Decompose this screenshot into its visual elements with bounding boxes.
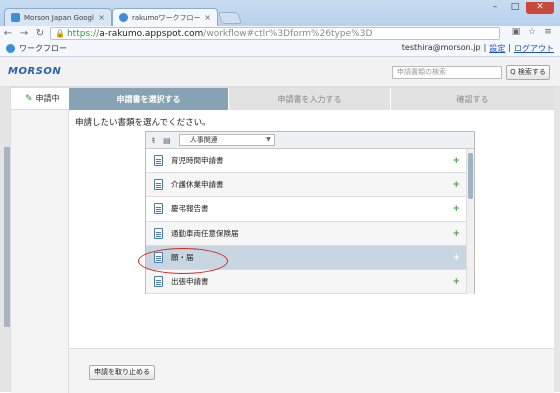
app-top-bar: ワークフロー testhira@morson.jp | 設定 | ログアウト	[0, 41, 560, 57]
close-tab-icon[interactable]: ×	[204, 13, 211, 22]
menu-icon[interactable]: ≡	[542, 27, 554, 39]
close-tab-icon[interactable]: ×	[98, 13, 105, 22]
new-tab-button[interactable]	[217, 12, 243, 24]
close-window-icon[interactable]: ✕	[526, 2, 554, 14]
google-apps-favicon-icon	[11, 13, 20, 22]
forward-icon[interactable]: →	[16, 28, 32, 39]
document-icon	[154, 179, 163, 191]
add-icon[interactable]: +	[452, 156, 460, 166]
sort-icon[interactable]: ŧ	[152, 136, 155, 145]
search-input[interactable]: 申請書類の検索	[392, 66, 502, 79]
reload-icon[interactable]: ↻	[32, 28, 48, 39]
url-host: a-rakumo.appspot.com	[99, 28, 204, 39]
rakumo-logo-icon	[6, 44, 15, 53]
minimize-icon[interactable]: –	[486, 2, 504, 14]
app-content: MORSON 申請書類の検索 Q 検索する ✎ 申請中 申請書を選択する 申請書…	[0, 57, 560, 393]
chevron-down-icon: ▼	[266, 136, 271, 143]
list-toolbar: ŧ ▤ 人事関連 ▼	[146, 132, 474, 149]
rakumo-favicon-icon	[119, 13, 128, 22]
scrollbar-thumb[interactable]	[468, 153, 473, 199]
tab-strip: Morson Japan Google Ap × rakumoワークフロー × …	[0, 0, 560, 26]
list-scrollbar[interactable]	[466, 149, 474, 294]
left-gutter	[0, 87, 10, 392]
maximize-icon[interactable]: □	[506, 2, 524, 14]
step-input-form: 申請書を入力する	[229, 88, 391, 110]
window-controls: – □ ✕	[486, 2, 554, 14]
app-title: ワークフロー	[19, 44, 67, 53]
separator: |	[483, 43, 487, 52]
form-label: 出張申請書	[171, 277, 209, 287]
toolbar-icons: ▣ ☆ ≡	[510, 27, 554, 39]
step-indicator: 申請書を選択する 申請書を入力する 確認する	[69, 88, 555, 110]
user-email: testhira@morson.jp	[401, 43, 481, 52]
right-gutter	[554, 87, 560, 392]
tab-rakumo-workflow[interactable]: rakumoワークフロー ×	[112, 8, 218, 26]
search-button[interactable]: Q 検索する	[506, 65, 550, 80]
footer-bar: 申請を取り止める	[69, 348, 555, 393]
morson-logo: MORSON	[8, 66, 62, 77]
add-icon[interactable]: +	[452, 229, 460, 239]
add-icon[interactable]: +	[452, 253, 460, 263]
url-path: /workflow#ctlr%3Dform%26type%3D	[203, 28, 373, 39]
user-links: testhira@morson.jp | 設定 | ログアウト	[402, 43, 554, 54]
left-nav: ✎ 申請中	[11, 88, 69, 393]
document-icon	[154, 227, 163, 239]
edit-pen-icon: ✎	[25, 93, 33, 104]
list-item[interactable]: 通勤車両任意保険届 +	[146, 221, 468, 246]
list-view-icon[interactable]: ▤	[163, 136, 171, 145]
lock-icon: 🔒	[55, 29, 65, 38]
bookmark-star-icon[interactable]: ☆	[526, 27, 538, 39]
url-scheme: https://	[66, 28, 100, 39]
selection-prompt: 申請したい書類を選んでください。	[75, 118, 211, 128]
highlight-circle	[138, 248, 228, 274]
cancel-application-button[interactable]: 申請を取り止める	[89, 365, 155, 380]
list-item[interactable]: 慶弔報告書 +	[146, 197, 468, 222]
document-icon	[154, 203, 163, 215]
back-icon[interactable]: ←	[0, 28, 16, 39]
form-label: 通勤車両任意保険届	[171, 228, 239, 238]
tab-title: Morson Japan Google Ap	[24, 13, 94, 22]
tab-title: rakumoワークフロー	[132, 13, 201, 22]
tab-morson-google-apps[interactable]: Morson Japan Google Ap ×	[4, 8, 112, 26]
category-value: 人事関連	[189, 136, 218, 144]
logout-link[interactable]: ログアウト	[514, 43, 554, 54]
form-label: 介護休業申請書	[171, 180, 224, 190]
browser-toolbar: ← → ↻ 🔒 https:// a-rakumo.appspot.com /w…	[0, 26, 560, 41]
step-confirm: 確認する	[391, 88, 555, 110]
add-icon[interactable]: +	[452, 204, 460, 214]
address-bar[interactable]: 🔒 https:// a-rakumo.appspot.com /workflo…	[50, 27, 500, 40]
form-selection-area: 申請したい書類を選んでください。 ŧ ▤ 人事関連 ▼ 育児時間申請書 + 介護…	[69, 110, 555, 393]
add-icon[interactable]: +	[452, 180, 460, 190]
form-label: 育児時間申請書	[171, 156, 224, 166]
app-header: MORSON 申請書類の検索 Q 検索する	[0, 57, 560, 87]
list-item[interactable]: 介護休業申請書 +	[146, 173, 468, 198]
page-action-icon[interactable]: ▣	[510, 27, 522, 39]
nav-item-label: 申請中	[35, 94, 60, 103]
step-select-form: 申請書を選択する	[69, 88, 229, 110]
nav-item-applying[interactable]: ✎ 申請中	[11, 88, 69, 110]
form-label: 慶弔報告書	[171, 204, 209, 214]
document-icon	[154, 276, 163, 288]
list-item[interactable]: 育児時間申請書 +	[146, 149, 468, 174]
category-select[interactable]: 人事関連 ▼	[178, 134, 275, 146]
add-icon[interactable]: +	[452, 277, 460, 287]
separator: |	[508, 43, 511, 52]
browser-window: Morson Japan Google Ap × rakumoワークフロー × …	[0, 0, 560, 393]
workflow-panel: ✎ 申請中 申請書を選択する 申請書を入力する 確認する 申請したい書類を選んで…	[10, 87, 555, 393]
document-icon	[154, 155, 163, 167]
settings-link[interactable]: 設定	[489, 43, 505, 54]
